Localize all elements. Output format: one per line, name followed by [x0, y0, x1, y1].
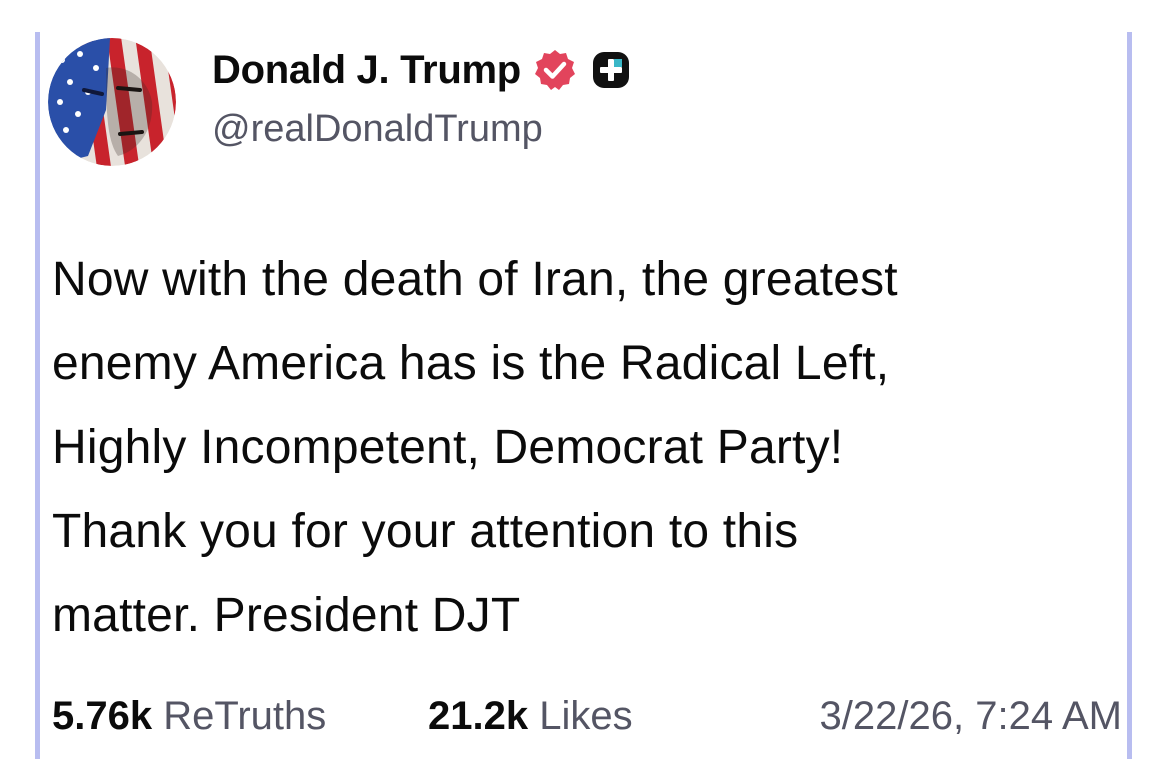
post-timestamp[interactable]: 3/22/26, 7:24 AM	[820, 688, 1122, 744]
retruths-stat[interactable]: 5.76k ReTruths	[52, 688, 326, 744]
plus-badge-icon	[589, 48, 633, 92]
post-stats-footer: 5.76k ReTruths 21.2k Likes 3/22/26, 7:24…	[52, 688, 1122, 744]
retruths-label: ReTruths	[163, 694, 327, 738]
post-card: Donald J. Trump @realDonaldTrump Now wit…	[40, 0, 1127, 759]
verified-badge-icon	[533, 48, 577, 92]
retruths-count: 5.76k	[52, 694, 153, 738]
avatar[interactable]	[48, 38, 176, 166]
likes-count: 21.2k	[428, 694, 529, 738]
post-text-line: enemy America has is the Radical Left,	[52, 337, 890, 390]
author-name-row: Donald J. Trump	[212, 44, 633, 96]
likes-label: Likes	[539, 694, 633, 738]
author-display-name[interactable]: Donald J. Trump	[212, 48, 521, 93]
post-text: Now with the death of Iran, the greatest…	[52, 238, 1112, 658]
right-border-rule	[1127, 32, 1132, 759]
post-text-line: Highly Incompetent, Democrat Party!	[52, 421, 844, 474]
post-text-line: Now with the death of Iran, the greatest	[52, 253, 898, 306]
post-text-line: matter. President DJT	[52, 589, 521, 642]
likes-stat[interactable]: 21.2k Likes	[428, 688, 633, 744]
author-handle[interactable]: @realDonaldTrump	[212, 108, 543, 151]
flag-portrait-avatar-icon	[48, 38, 176, 166]
post-text-line: Thank you for your attention to this	[52, 505, 799, 558]
